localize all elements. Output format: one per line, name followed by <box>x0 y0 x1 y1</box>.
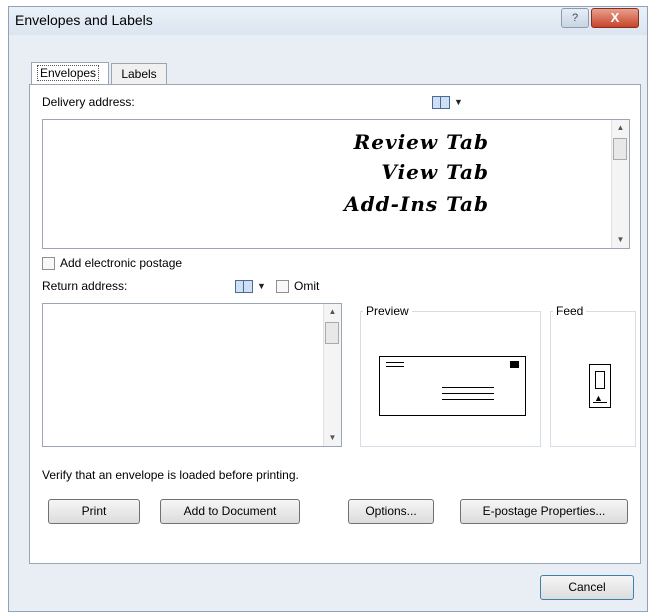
envelopes-labels-dialog: Envelopes and Labels ? X Envelopes Label… <box>8 6 648 612</box>
tab-labels[interactable]: Labels <box>111 63 167 84</box>
epostage-properties-button-label: E-postage Properties... <box>482 504 606 518</box>
scroll-up-icon[interactable]: ▲ <box>324 304 341 320</box>
preview-title: Preview <box>363 304 412 318</box>
delivery-address-field[interactable]: Review Tab View Tab Add-Ins Tab ▲ ▼ <box>42 119 630 249</box>
electronic-postage-label: Add electronic postage <box>60 256 183 270</box>
epostage-properties-button[interactable]: E-postage Properties... <box>460 499 628 524</box>
envelope-preview-icon[interactable] <box>379 356 526 416</box>
delivery-address-line: Review Tab <box>353 130 489 154</box>
delivery-scrollbar[interactable]: ▲ ▼ <box>611 120 629 248</box>
options-button-label: Options... <box>365 504 417 518</box>
scroll-down-icon[interactable]: ▼ <box>324 430 341 446</box>
title-bar: Envelopes and Labels ? X <box>9 7 647 35</box>
close-button[interactable]: X <box>591 8 639 28</box>
delivery-address-line: Add-Ins Tab <box>344 192 489 216</box>
cancel-button-label: Cancel <box>568 580 606 594</box>
cancel-button[interactable]: Cancel <box>540 575 634 600</box>
address-book-icon[interactable] <box>235 280 253 293</box>
tab-envelopes-label: Envelopes <box>37 65 100 81</box>
help-button[interactable]: ? <box>561 8 589 28</box>
return-address-field[interactable]: ▲ ▼ <box>42 303 342 447</box>
delivery-address-label: Delivery address: <box>42 95 135 109</box>
tab-envelopes[interactable]: Envelopes <box>31 62 109 85</box>
electronic-postage-checkbox[interactable] <box>42 257 55 270</box>
feed-group[interactable]: Feed ▲ <box>550 304 636 447</box>
add-to-document-button[interactable]: Add to Document <box>160 499 300 524</box>
feed-title: Feed <box>553 304 587 318</box>
scroll-up-icon[interactable]: ▲ <box>612 120 629 136</box>
return-address-label: Return address: <box>42 279 128 293</box>
add-to-document-button-label: Add to Document <box>183 504 277 518</box>
options-button[interactable]: Options... <box>348 499 434 524</box>
scroll-thumb[interactable] <box>325 322 339 344</box>
scroll-down-icon[interactable]: ▼ <box>612 232 629 248</box>
window-title: Envelopes and Labels <box>15 12 153 28</box>
feed-icon[interactable]: ▲ <box>589 364 611 408</box>
envelopes-panel: Delivery address: ▼ Review Tab View Tab … <box>29 84 641 564</box>
print-button-label: Print <box>81 504 107 518</box>
omit-checkbox[interactable] <box>276 280 289 293</box>
address-book-icon[interactable] <box>432 96 450 109</box>
delivery-address-line: View Tab <box>381 160 489 184</box>
omit-label: Omit <box>294 279 320 293</box>
return-scrollbar[interactable]: ▲ ▼ <box>323 304 341 446</box>
chevron-down-icon[interactable]: ▼ <box>257 281 266 291</box>
tab-labels-label: Labels <box>121 67 157 81</box>
chevron-down-icon[interactable]: ▼ <box>454 97 463 107</box>
print-button[interactable]: Print <box>48 499 140 524</box>
verify-text: Verify that an envelope is loaded before… <box>42 468 299 482</box>
preview-group[interactable]: Preview <box>360 304 541 447</box>
scroll-thumb[interactable] <box>613 138 627 160</box>
